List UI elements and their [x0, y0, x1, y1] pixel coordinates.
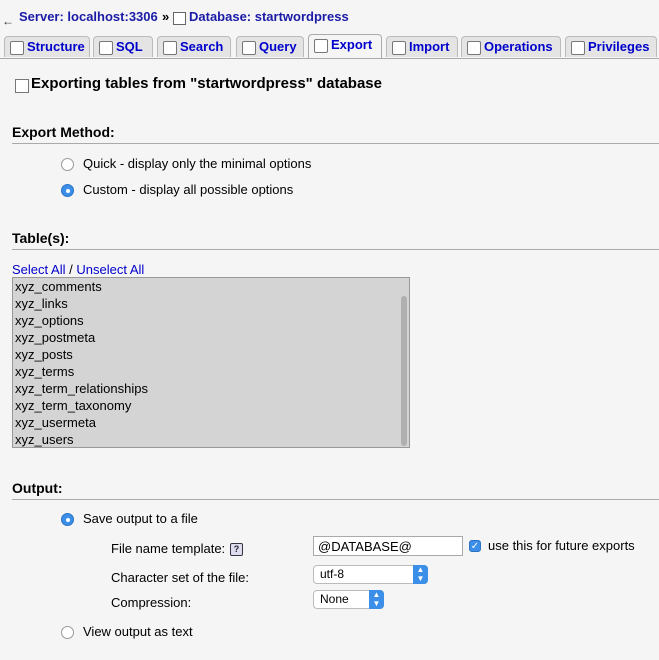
breadcrumb-separator: »	[162, 9, 170, 24]
chevron-updown-icon: ▲ ▼	[413, 565, 428, 584]
search-icon	[163, 41, 177, 55]
list-item[interactable]: xyz_users	[15, 432, 74, 447]
output-heading: Output:	[12, 480, 659, 500]
database-icon	[173, 12, 186, 25]
export-icon	[314, 39, 328, 53]
tab-label: Query	[259, 39, 297, 54]
export-method-heading: Export Method:	[12, 124, 659, 144]
server-link[interactable]: Server: localhost:3306	[19, 9, 158, 24]
charset-value: utf-8	[320, 567, 345, 581]
list-item[interactable]: xyz_postmeta	[15, 330, 95, 345]
custom-label[interactable]: Custom - display all possible options	[83, 182, 293, 197]
list-item[interactable]: xyz_term_taxonomy	[15, 398, 131, 413]
list-item[interactable]: xyz_terms	[15, 364, 74, 379]
database-link[interactable]: Database: startwordpress	[189, 9, 349, 24]
back-arrow-icon[interactable]: ←	[2, 14, 14, 28]
select-links: Select All / Unselect All	[12, 262, 144, 277]
list-item[interactable]: xyz_options	[15, 313, 84, 328]
use-for-future-checkbox[interactable]: ✓	[469, 540, 481, 552]
tab-import[interactable]: Import	[386, 36, 458, 57]
tab-bar: Structure SQL Search Query Export Import…	[0, 34, 659, 59]
tab-label: Privileges	[588, 39, 650, 54]
quick-radio[interactable]	[61, 158, 74, 171]
tab-label: Structure	[27, 39, 85, 54]
sql-icon	[99, 41, 113, 55]
custom-radio[interactable]	[61, 184, 74, 197]
quick-label[interactable]: Quick - display only the minimal options	[83, 156, 311, 171]
tab-export[interactable]: Export	[308, 34, 382, 58]
compression-value: None	[320, 592, 349, 606]
tab-query[interactable]: Query	[236, 36, 304, 57]
tab-label: Search	[180, 39, 224, 54]
tab-operations[interactable]: Operations	[461, 36, 561, 57]
select-all-link[interactable]: Select All	[12, 262, 65, 277]
compression-label: Compression:	[111, 595, 192, 610]
structure-icon	[10, 41, 24, 55]
page-title-text: Exporting tables from "startwordpress" d…	[31, 75, 382, 92]
scrollbar-thumb[interactable]	[401, 296, 407, 446]
operations-icon	[467, 41, 481, 55]
use-for-future-label[interactable]: use this for future exports	[488, 538, 635, 553]
view-as-text-label[interactable]: View output as text	[83, 624, 193, 639]
unselect-all-link[interactable]: Unselect All	[76, 262, 144, 277]
save-to-file-label[interactable]: Save output to a file	[83, 511, 198, 526]
tab-sql[interactable]: SQL	[93, 36, 153, 57]
tables-listbox[interactable]: xyz_comments xyz_links xyz_options xyz_p…	[12, 277, 410, 448]
breadcrumb: ← Server: localhost:3306 » Database: sta…	[0, 5, 659, 29]
file-name-template-input[interactable]	[313, 536, 463, 556]
privileges-icon	[571, 41, 585, 55]
tab-structure[interactable]: Structure	[4, 36, 90, 57]
charset-select[interactable]: utf-8 ▲ ▼	[313, 565, 428, 584]
tab-label: Import	[409, 39, 450, 54]
tab-search[interactable]: Search	[157, 36, 231, 57]
tab-privileges[interactable]: Privileges	[565, 36, 657, 57]
charset-label: Character set of the file:	[111, 570, 250, 585]
list-item[interactable]: xyz_posts	[15, 347, 73, 362]
select-divider: /	[69, 262, 73, 277]
help-icon[interactable]: ?	[230, 543, 243, 556]
save-to-file-radio[interactable]	[61, 513, 74, 526]
list-item[interactable]: xyz_comments	[15, 279, 102, 294]
tab-label: Export	[331, 37, 373, 52]
tab-label: SQL	[116, 39, 143, 54]
tab-label: Operations	[484, 39, 553, 54]
list-item[interactable]: xyz_links	[15, 296, 68, 311]
compression-select[interactable]: None ▲ ▼	[313, 590, 384, 609]
tables-heading: Table(s):	[12, 230, 659, 250]
scrollbar[interactable]	[400, 280, 408, 446]
list-item[interactable]: xyz_term_relationships	[15, 381, 148, 396]
query-icon	[242, 41, 256, 55]
export-icon	[15, 79, 29, 93]
view-as-text-radio[interactable]	[61, 626, 74, 639]
import-icon	[392, 41, 406, 55]
file-name-template-label: File name template:	[111, 541, 226, 556]
chevron-updown-icon: ▲ ▼	[369, 590, 384, 609]
list-item[interactable]: xyz_usermeta	[15, 415, 96, 430]
